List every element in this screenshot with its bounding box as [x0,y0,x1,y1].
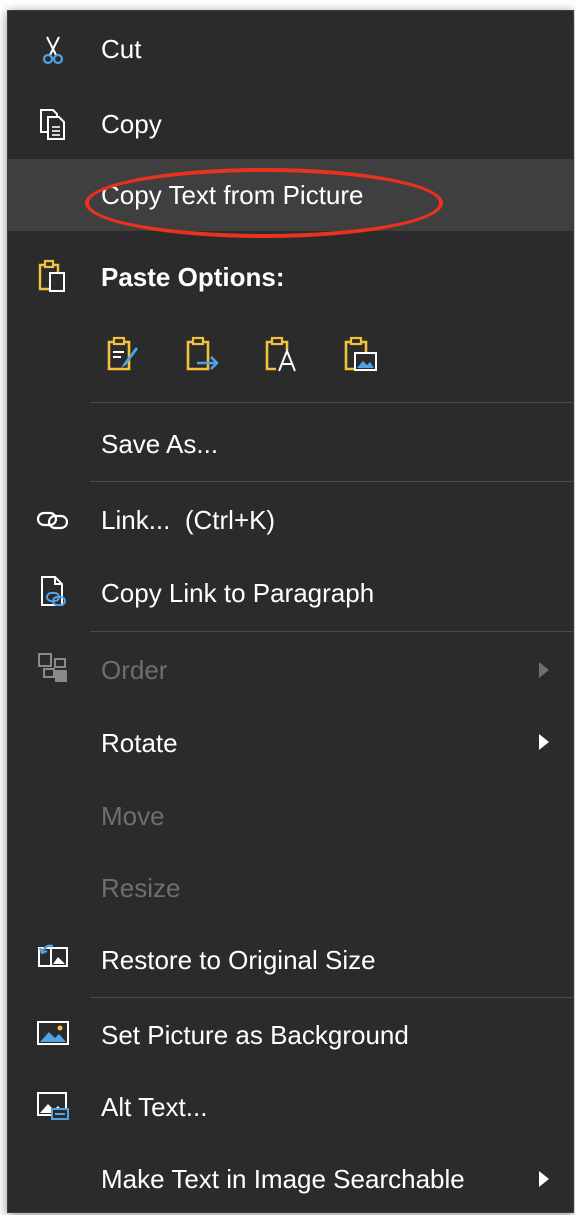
menu-item-resize[interactable]: Resize [8,850,573,922]
clipboard-arrow-icon [183,335,221,373]
menu-item-label: Copy [101,109,162,139]
chevron-right-icon [539,662,549,678]
paste-keep-source-formatting-button[interactable] [104,335,142,373]
document-link-icon [36,574,70,608]
menu-item-label: Order [101,655,168,685]
menu-item-label: Link... (Ctrl+K) [101,505,276,535]
paste-as-picture-button[interactable] [341,335,379,373]
clipboard-brush-icon [104,335,142,373]
menu-item-move[interactable]: Move [8,778,573,850]
paste-options-label: Paste Options: [101,262,285,292]
clipboard-picture-icon [341,335,379,373]
menu-item-cut[interactable]: Cut [8,13,573,85]
copy-icon [36,107,70,141]
scissors-icon [36,33,70,67]
menu-item-save-as[interactable]: Save As... [8,408,573,480]
menu-item-label: Set Picture as Background [101,1020,409,1050]
menu-item-order[interactable]: Order [8,634,573,706]
red-annotation-ellipse [85,168,443,238]
menu-separator [90,402,573,403]
menu-item-set-picture-as-background[interactable]: Set Picture as Background [8,999,573,1071]
menu-separator [90,997,573,998]
menu-item-label: Alt Text... [101,1092,208,1122]
menu-item-label: Resize [101,873,181,903]
menu-item-alt-text[interactable]: Alt Text... [8,1071,573,1143]
chevron-right-icon [539,734,549,750]
menu-item-copy-link-to-paragraph[interactable]: Copy Link to Paragraph [8,556,573,628]
menu-separator [90,631,573,632]
context-menu: Cut Copy Copy Text from Picture Paste Op… [7,10,574,1213]
menu-item-copy[interactable]: Copy [8,89,573,161]
paste-options-header: Paste Options: [8,243,573,307]
order-icon [36,651,70,685]
restore-picture-icon [36,940,70,974]
alt-text-icon [36,1089,70,1123]
picture-background-icon [36,1017,70,1051]
menu-item-rotate[interactable]: Rotate [8,706,573,778]
chevron-right-icon [539,1171,549,1187]
clipboard-text-icon [262,335,300,373]
menu-item-label: Make Text in Image Searchable [101,1164,465,1194]
menu-item-label: Save As... [101,429,219,459]
link-icon [36,503,70,537]
menu-item-make-text-in-image-searchable[interactable]: Make Text in Image Searchable [8,1143,573,1215]
menu-item-label: Cut [101,34,142,64]
paste-keep-text-only-button[interactable] [262,335,300,373]
menu-item-restore-to-original-size[interactable]: Restore to Original Size [8,922,573,994]
clipboard-icon [36,259,70,293]
menu-item-link[interactable]: Link... (Ctrl+K) [8,484,573,556]
menu-item-label: Rotate [101,728,178,758]
menu-item-label: Restore to Original Size [101,945,376,975]
menu-item-label: Copy Link to Paragraph [101,578,375,608]
menu-item-label: Move [101,801,165,831]
menu-separator [90,481,573,482]
paste-merge-formatting-button[interactable] [183,335,221,373]
